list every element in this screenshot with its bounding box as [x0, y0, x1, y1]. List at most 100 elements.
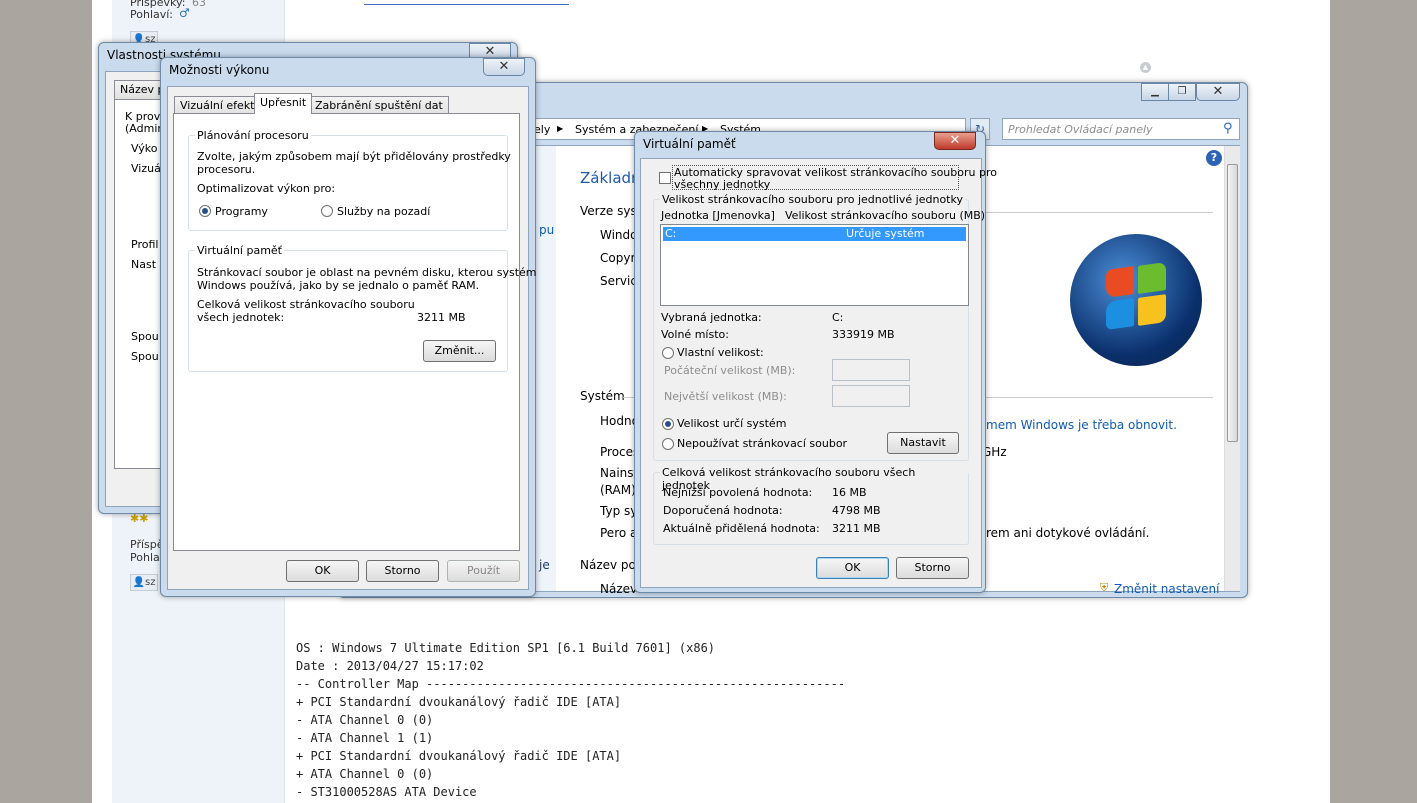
- code-line: - ST31000528AS ATA Device: [296, 785, 477, 799]
- system-managed-radio[interactable]: [662, 418, 674, 430]
- background-services-label[interactable]: Služby na pozadí: [337, 205, 430, 218]
- admin-note-2: (Admin: [125, 122, 165, 135]
- startup-group: Spou: [131, 330, 159, 343]
- search-input[interactable]: Prohledat Ovládací panely ⚲: [1002, 118, 1240, 140]
- ram-label: Nainst: [600, 466, 639, 480]
- rating-refresh-link[interactable]: mem Windows je třeba obnovit.: [986, 418, 1177, 432]
- drive-letter: C:: [665, 227, 677, 240]
- code-line: + PCI Standardní dvoukanálový řadič IDE …: [296, 749, 622, 763]
- male-icon: ♂: [179, 6, 190, 20]
- list-item[interactable]: C: Určuje systém: [663, 227, 966, 241]
- tab-advanced[interactable]: Upřesnit: [254, 93, 313, 114]
- drive-size: Určuje systém: [846, 227, 925, 240]
- programs-radio[interactable]: [199, 205, 211, 217]
- page-heading: Základn: [580, 169, 641, 187]
- section-edition: Verze syst: [580, 204, 642, 218]
- close-button[interactable]: ✕: [1196, 83, 1240, 101]
- code-line: Date : 2013/04/27 15:17:02: [296, 659, 484, 673]
- total-paging-label: Celková velikost stránkovacího souboru: [197, 298, 415, 311]
- processor-scheduling-group: Plánování procesoru Zvolte, jakým způsob…: [188, 129, 511, 231]
- lower-gender-label: Pohla: [130, 551, 160, 564]
- maximize-button[interactable]: ❐: [1168, 83, 1196, 101]
- section-system: Systém: [580, 389, 625, 403]
- code-line: - ATA Channel 1 (1): [296, 731, 434, 745]
- cancel-button[interactable]: Storno: [896, 557, 969, 579]
- close-button[interactable]: ✕: [934, 132, 976, 150]
- currently-allocated-value: 3211 MB: [832, 522, 881, 535]
- scrollbar-thumb[interactable]: [1227, 164, 1238, 442]
- recommended-value: 4798 MB: [832, 504, 881, 517]
- max-size-input[interactable]: [832, 385, 910, 407]
- initial-size-input[interactable]: [832, 359, 910, 381]
- pen-touch-label: Pero a: [600, 526, 638, 540]
- max-size-label: Největší velikost (MB):: [664, 390, 787, 403]
- help-icon[interactable]: ?: [1206, 150, 1222, 166]
- scheduling-description: Zvolte, jakým způsobem mají být přidělov…: [197, 150, 511, 163]
- user-icon: 👤: [132, 577, 145, 588]
- total-paging-label-2: všech jednotek:: [197, 311, 285, 324]
- vertical-scrollbar[interactable]: [1224, 146, 1240, 591]
- drive-list[interactable]: C: Určuje systém: [660, 224, 969, 306]
- recommended-label: Doporučená hodnota:: [663, 504, 783, 517]
- task-link-lower[interactable]: je: [539, 558, 550, 572]
- right-gutter: [1330, 0, 1417, 803]
- minimum-value: 16 MB: [832, 486, 867, 499]
- code-line: - ATA Channel 0 (0): [296, 713, 434, 727]
- optimize-label: Optimalizovat výkon pro:: [197, 182, 336, 195]
- auto-manage-label-2[interactable]: všechny jednotky: [674, 178, 770, 191]
- advanced-panel: Plánování procesoru Zvolte, jakým způsob…: [173, 113, 537, 551]
- custom-size-radio[interactable]: [662, 347, 674, 359]
- posts-value: 63: [192, 0, 206, 9]
- ok-button[interactable]: OK: [286, 560, 359, 582]
- startup-text: Spou: [131, 350, 159, 363]
- profiles-group: Profil: [131, 238, 159, 251]
- lower-user-profile-button[interactable]: 👤sz: [130, 574, 158, 591]
- close-button[interactable]: ✕: [483, 58, 525, 76]
- no-paging-radio[interactable]: [662, 438, 674, 450]
- selected-drive-label: Vybraná jednotka:: [661, 311, 762, 324]
- auto-manage-checkbox[interactable]: [659, 172, 671, 184]
- minimum-label: Nejnižší povolená hodnota:: [663, 486, 813, 499]
- windows-logo: [1070, 234, 1202, 366]
- cancel-button[interactable]: Storno: [366, 560, 439, 582]
- copyright-label: Copyr: [600, 251, 636, 265]
- left-gutter: [0, 0, 92, 803]
- background-services-radio[interactable]: [321, 205, 333, 217]
- vm-description-2: Windows používá, jako by se jednalo o pa…: [197, 279, 480, 292]
- vm-description: Stránkovací soubor je oblast na pevném d…: [197, 266, 537, 279]
- virtual-memory-group: Virtuální paměť Stránkovací soubor je ob…: [188, 244, 537, 372]
- search-icon[interactable]: ⚲: [1223, 121, 1233, 136]
- change-settings-link[interactable]: Změnit nastavení: [1114, 582, 1219, 596]
- selected-drive-value: C:: [832, 311, 844, 324]
- close-icon: ✕: [498, 59, 510, 74]
- task-link[interactable]: pu: [539, 223, 554, 237]
- shield-icon: ⛨: [1100, 581, 1109, 594]
- window-title: Virtuální paměť: [643, 137, 736, 151]
- system-managed-label[interactable]: Velikost určí systém: [677, 417, 786, 430]
- size-column-header: Velikost stránkovacího souboru (MB): [785, 209, 986, 222]
- initial-size-label: Počáteční velikost (MB):: [664, 364, 796, 377]
- total-paging-value: 3211 MB: [417, 311, 466, 324]
- change-button[interactable]: Změnit...: [423, 340, 496, 362]
- service-pack-label: Servic: [600, 274, 637, 288]
- lower-posts-label: Příspě: [130, 538, 164, 551]
- currently-allocated-label: Aktuálně přidělená hodnota:: [663, 522, 820, 535]
- gender-label: Pohlaví:: [130, 8, 174, 21]
- drive-column-header: Jednotka [Jmenovka]: [661, 209, 775, 222]
- apply-button[interactable]: Použít: [447, 560, 520, 582]
- code-line: + PCI Standardní dvoukanálový řadič IDE …: [296, 695, 622, 709]
- programs-label[interactable]: Programy: [215, 205, 268, 218]
- pen-touch-value: rem ani dotykové ovládání.: [986, 526, 1150, 540]
- scroll-top-icon[interactable]: ▲: [1140, 62, 1151, 73]
- code-line: + ATA Channel 0 (0): [296, 767, 434, 781]
- no-paging-label[interactable]: Nepoužívat stránkovací soubor: [677, 437, 847, 450]
- free-space-label: Volné místo:: [661, 328, 729, 341]
- close-icon: ✕: [1212, 84, 1224, 99]
- custom-size-label[interactable]: Vlastní velikost:: [677, 346, 764, 359]
- set-button[interactable]: Nastavit: [887, 432, 959, 454]
- breadcrumb-chevron-icon[interactable]: ▶: [557, 124, 563, 133]
- ok-button[interactable]: OK: [816, 557, 889, 579]
- minimize-button[interactable]: ▁: [1141, 83, 1169, 101]
- profiles-text: Nast: [131, 258, 157, 271]
- breadcrumb-root[interactable]: ely: [534, 123, 550, 136]
